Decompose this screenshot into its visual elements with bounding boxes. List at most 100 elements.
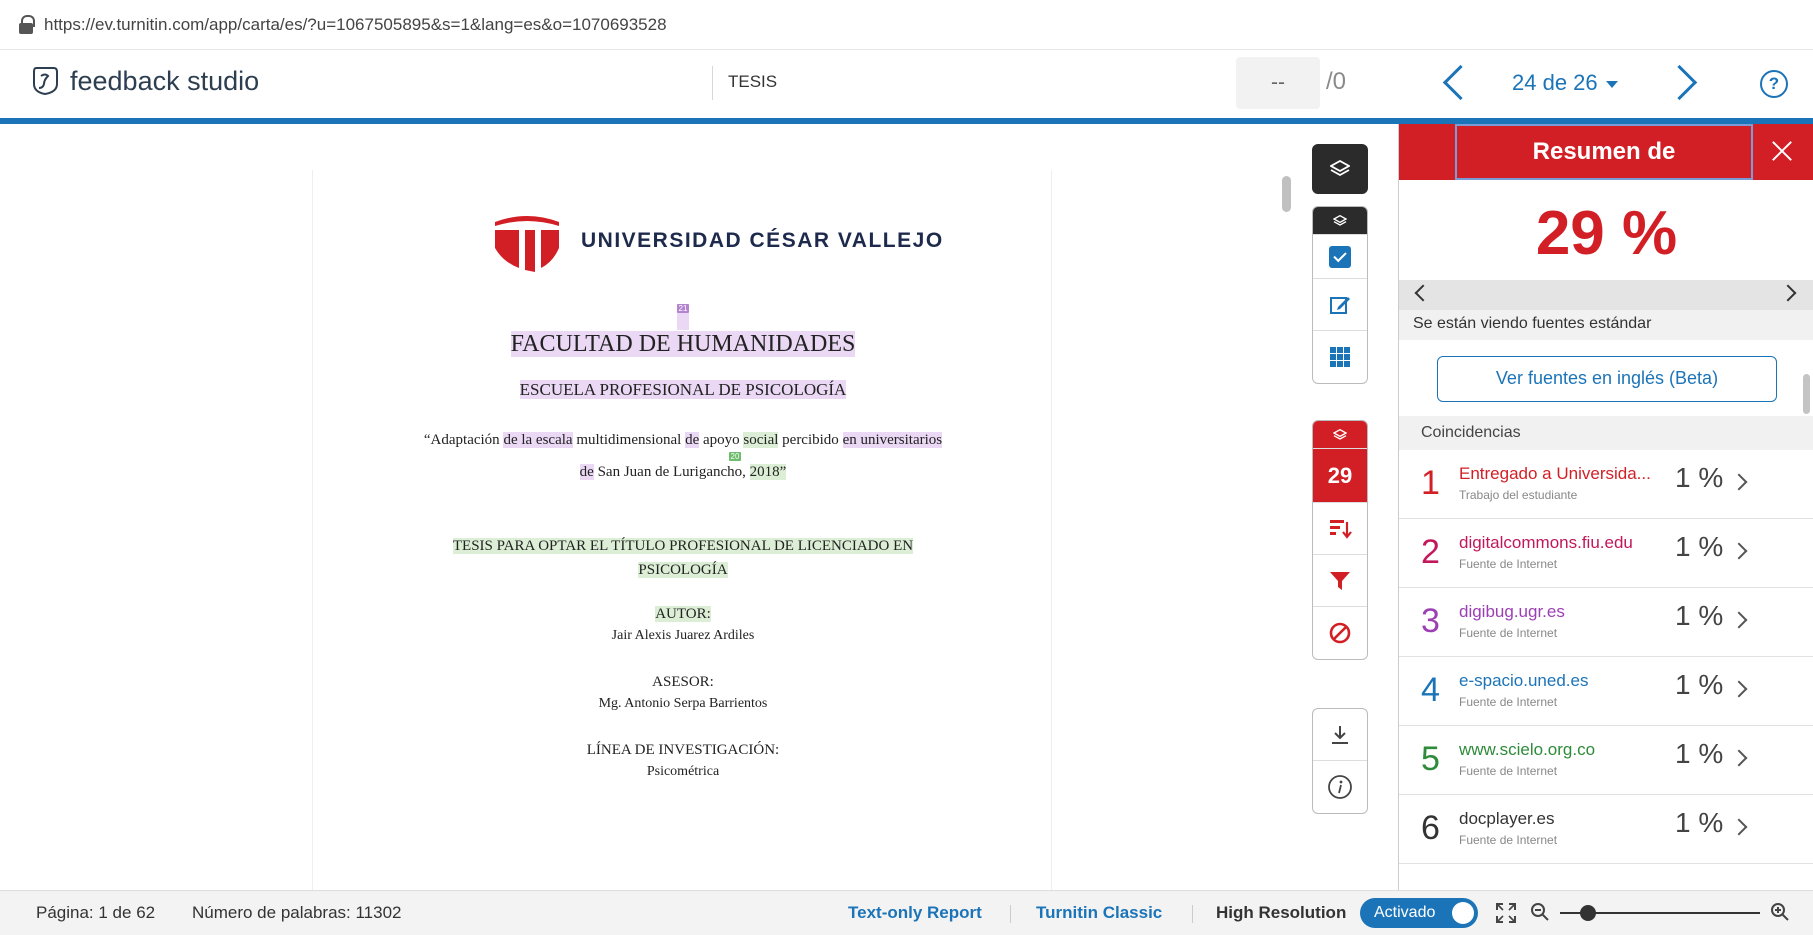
info-button[interactable] [1313,761,1367,813]
match-item[interactable]: 1 Entregado a Universida... Trabajo del … [1399,450,1813,519]
layers-toggle-button[interactable] [1312,144,1368,194]
high-resolution-toggle[interactable]: Activado [1360,898,1478,928]
match-item[interactable]: 2 digitalcommons.fiu.edu Fuente de Inter… [1399,519,1813,588]
high-resolution-label: High Resolution [1216,903,1347,922]
faculty-line: 21 FACULTAD DE HUMANIDADES [313,304,1053,358]
logo-text: feedback studio [70,65,260,96]
match-item[interactable]: 5 www.scielo.org.co Fuente de Internet 1… [1399,726,1813,795]
zoom-slider-knob[interactable] [1580,905,1596,921]
chevron-right-icon[interactable] [1730,749,1748,767]
match-sort-button[interactable] [1313,503,1367,555]
filter-button[interactable] [1313,555,1367,607]
chevron-right-icon[interactable] [1730,611,1748,629]
autor-label-line: AUTOR: [313,606,1053,623]
match-source: docplayer.es [1459,809,1555,828]
match-source: www.scielo.org.co [1459,740,1596,759]
chevron-right-icon[interactable] [1730,818,1748,836]
match-percent: 1 % [1675,669,1724,700]
match-type: Fuente de Internet [1459,557,1558,571]
title-highlight[interactable]: social [743,432,779,448]
matches-header: Coincidencias [1399,416,1813,450]
match-overview-panel: Resumen de coincidencias 29 % Se están v… [1398,124,1813,890]
filter-icon [1330,571,1350,590]
school-text[interactable]: ESCUELA PROFESIONAL DE PSICOLOGÍA [519,380,847,399]
previous-paper-button[interactable] [1436,62,1476,102]
similarity-score-button[interactable]: 29 [1313,449,1367,503]
turnitin-classic-link[interactable]: Turnitin Classic [1036,903,1162,923]
chevron-right-icon[interactable] [1730,473,1748,491]
title-text: “Adaptación [423,432,504,448]
toggle-label: Activado [1374,904,1436,921]
title-text: percibido [778,432,843,448]
chevron-left-icon[interactable] [1414,284,1432,302]
app-window: https://ev.turnitin.com/app/carta/es/?u=… [0,0,1813,935]
page-counter: Página: 1 de 62 [36,903,156,922]
header-divider [712,66,713,100]
grading-layer-header[interactable] [1313,207,1367,235]
title-highlight[interactable]: de [579,464,594,480]
url-bar[interactable]: https://ev.turnitin.com/app/carta/es/?u=… [0,0,1813,50]
download-button[interactable] [1313,709,1367,761]
app-header: feedback studio TESIS -- /0 24 de 26 ? [0,50,1813,124]
paper-select-dropdown[interactable]: 24 de 26 [1512,70,1618,96]
text-only-report-link[interactable]: Text-only Report [848,903,982,923]
grading-toolbar [1312,206,1368,384]
autor-label[interactable]: AUTOR: [655,606,711,622]
document-page: UNIVERSIDAD CÉSAR VALLEJO 21 FACULTAD DE … [312,170,1052,890]
chevron-right-icon[interactable] [1730,680,1748,698]
feedback-edit-button[interactable] [1313,279,1367,331]
title-text: San Juan de Lurigancho, [593,464,750,480]
linea-value: Psicométrica [646,764,720,779]
zoom-out-icon[interactable] [1530,902,1550,922]
similarity-percent: 29 % [1535,199,1678,268]
zoom-in-icon[interactable] [1770,902,1790,922]
next-paper-button[interactable] [1665,62,1705,102]
tesis-highlight[interactable]: TESIS PARA OPTAR EL TÍTULO PROFESIONAL D… [452,538,914,554]
match-percent: 1 % [1675,531,1724,562]
panel-scrollbar[interactable] [1803,374,1810,414]
fullscreen-icon[interactable] [1494,901,1518,925]
status-bar: Página: 1 de 62 Número de palabras: 1130… [0,890,1813,935]
title-highlight[interactable]: 2018” [749,464,787,480]
school-line: ESCUELA PROFESIONAL DE PSICOLOGÍA [313,380,1053,400]
chevron-right-icon[interactable] [1730,542,1748,560]
match-marker[interactable]: 20 [728,452,742,461]
tesis-highlight[interactable]: PSICOLOGÍA [638,562,728,578]
match-item[interactable]: 4 e-spacio.uned.es Fuente de Internet 1 … [1399,657,1813,726]
title-highlight[interactable]: de la escala [503,432,573,448]
university-logo: UNIVERSIDAD CÉSAR VALLEJO [491,208,944,274]
block-icon [1329,622,1351,644]
download-icon [1332,725,1348,744]
source-slider [1399,280,1813,310]
url-text[interactable]: https://ev.turnitin.com/app/carta/es/?u=… [44,15,667,35]
similarity-layer-header[interactable] [1313,421,1367,449]
match-source: digitalcommons.fiu.edu [1459,533,1633,552]
rubric-grid-button[interactable] [1313,331,1367,383]
title-highlight[interactable]: de [685,432,700,448]
faculty-highlight[interactable]: 21 FACULTAD DE HUMANIDADES [510,304,856,357]
rubric-check-button[interactable] [1313,235,1367,279]
panel-title: Resumen de coincidencias [1455,124,1753,217]
page-number-input[interactable]: -- [1236,57,1320,109]
grid-icon [1330,347,1350,367]
match-type: Fuente de Internet [1459,833,1558,847]
info-icon [1328,775,1352,799]
exclude-sources-button[interactable] [1313,607,1367,659]
autor-name: Jair Alexis Juarez Ardiles [611,628,755,643]
match-item[interactable]: 6 docplayer.es Fuente de Internet 1 % [1399,795,1813,864]
match-percent: 1 % [1675,600,1724,631]
match-list: 1 Entregado a Universida... Trabajo del … [1399,450,1813,864]
english-sources-button[interactable]: Ver fuentes en inglés (Beta) [1437,356,1777,402]
match-number: 3 [1421,602,1440,640]
layers-icon [1333,214,1347,226]
help-icon[interactable]: ? [1760,70,1788,98]
chevron-right-icon[interactable] [1779,284,1797,302]
match-item[interactable]: 3 digibug.ugr.es Fuente de Internet 1 % [1399,588,1813,657]
document-scrollbar[interactable] [1282,176,1291,212]
match-source: e-spacio.uned.es [1459,671,1589,690]
match-marker[interactable]: 21 [676,304,690,313]
edit-icon [1330,296,1350,314]
close-icon[interactable] [1767,136,1797,166]
title-highlight[interactable]: en universitarios [842,432,943,448]
match-type: Fuente de Internet [1459,695,1558,709]
